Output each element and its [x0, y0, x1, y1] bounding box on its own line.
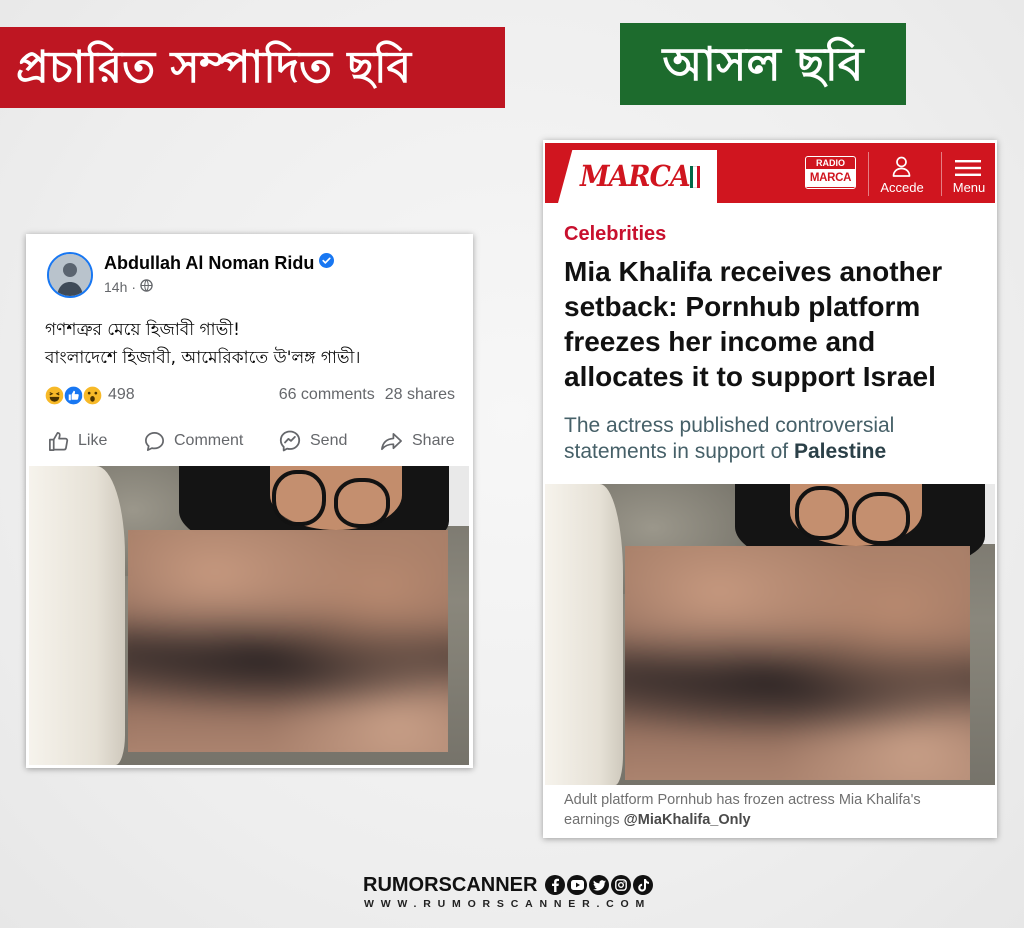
share-icon [379, 430, 404, 453]
post-text: গণশত্রুর মেয়ে হিজাবী গাভী! বাংলাদেশে হি… [45, 316, 361, 372]
original-image-banner: আসল ছবি [620, 23, 906, 105]
like-button[interactable]: Like [47, 427, 107, 455]
photo-sheet [29, 466, 125, 765]
shares-count-link[interactable]: 28 shares [385, 386, 455, 404]
user-icon[interactable] [892, 156, 911, 182]
subtitle-line: statements in support of Palestine [564, 439, 894, 465]
meta-separator: · [131, 279, 137, 295]
footer-url[interactable]: WWW.RUMORSCANNER.COM [364, 898, 651, 910]
reaction-count: 498 [108, 386, 135, 403]
comment-label: Comment [174, 432, 244, 449]
wow-icon [82, 384, 103, 406]
comment-icon [143, 430, 166, 453]
hamburger-icon[interactable] [955, 160, 981, 181]
caption-text: earnings [564, 812, 624, 828]
like-label: Like [78, 432, 108, 449]
thumbs-up-icon [47, 430, 70, 453]
marca-article-card: MARCA RADIO MARCA Accede Menu Celebritie… [543, 140, 997, 838]
tiktok-icon[interactable] [633, 875, 653, 895]
social-icons [545, 875, 653, 895]
person-icon [49, 254, 91, 296]
photo-glasses-lens [334, 478, 390, 528]
facebook-post-card: Abdullah Al Noman Ridu 14h · গণশত্রুর মে… [26, 234, 473, 768]
headline-line: freezes her income and [564, 326, 876, 357]
fact-check-comparison: প্রচারিত সম্পাদিত ছবি আসল ছবি Abdullah A… [0, 0, 1024, 928]
blur-overlay [128, 530, 448, 752]
avatar[interactable] [47, 252, 93, 298]
subtitle-text: statements in support of [564, 440, 794, 463]
photo-glasses-lens [272, 470, 326, 526]
header-divider [941, 152, 942, 196]
verified-badge-icon [319, 253, 335, 273]
site-logo[interactable]: MARCA [558, 150, 717, 203]
author-name[interactable]: Abdullah Al Noman Ridu [104, 253, 314, 274]
article-subtitle: The actress published controversial stat… [564, 413, 894, 465]
edited-image-banner: প্রচারিত সম্পাদিত ছবি [0, 27, 505, 108]
photo-glasses-lens [852, 492, 910, 545]
flag-icon [690, 166, 700, 188]
menu-button[interactable]: Menu [949, 180, 989, 195]
login-link[interactable]: Accede [879, 180, 925, 195]
globe-icon [140, 279, 153, 295]
post-time[interactable]: 14h [104, 279, 127, 295]
headline-line: Mia Khalifa receives another [564, 256, 943, 287]
post-text-line: গণশত্রুর মেয়ে হিজাবী গাভী! [45, 320, 240, 340]
comment-button[interactable]: Comment [143, 427, 243, 455]
caption-handle[interactable]: @MiaKhalifa_Only [624, 812, 751, 828]
article-photo[interactable] [545, 484, 995, 785]
post-text-line: বাংলাদেশে হিজাবী, আমেরিকাতে উ'লঙ্গ গাভী। [45, 348, 361, 368]
radio-badge-bottom: MARCA [806, 169, 855, 187]
radio-marca-badge[interactable]: RADIO MARCA [805, 156, 856, 189]
post-photo[interactable] [29, 466, 469, 765]
headline-line: setback: Pornhub platform [564, 291, 921, 322]
site-header: MARCA RADIO MARCA Accede Menu [545, 143, 995, 203]
radio-badge-top: RADIO [816, 158, 845, 168]
subtitle-line: The actress published controversial [564, 414, 895, 437]
logo-text: MARCA [580, 159, 691, 193]
blur-overlay [625, 546, 970, 780]
article-category[interactable]: Celebrities [564, 223, 666, 246]
like-icon [63, 384, 84, 406]
article-headline: Mia Khalifa receives another setback: Po… [564, 254, 942, 394]
caption-line: Adult platform Pornhub has frozen actres… [564, 792, 921, 808]
send-button[interactable]: Send [278, 427, 347, 455]
haha-icon [44, 384, 65, 406]
post-meta: 14h · [104, 278, 153, 296]
reaction-summary[interactable]: 498 [44, 384, 135, 406]
share-label: Share [412, 432, 455, 449]
send-label: Send [310, 432, 348, 449]
caption-line: earnings @MiaKhalifa_Only [564, 810, 921, 830]
photo-caption: Adult platform Pornhub has frozen actres… [564, 790, 921, 830]
twitter-icon[interactable] [589, 875, 609, 895]
engagement-stats: 66 comments 28 shares [279, 384, 455, 406]
headline-line: allocates it to support Israel [564, 361, 936, 392]
messenger-icon [278, 429, 302, 453]
photo-glasses-lens [795, 486, 849, 540]
subtitle-emphasis: Palestine [793, 440, 887, 463]
facebook-icon[interactable] [545, 875, 565, 895]
comments-count-link[interactable]: 66 comments [279, 386, 375, 404]
post-author-row: Abdullah Al Noman Ridu [104, 251, 335, 275]
header-divider [868, 152, 869, 196]
youtube-icon[interactable] [567, 875, 587, 895]
share-button[interactable]: Share [379, 427, 455, 455]
instagram-icon[interactable] [611, 875, 631, 895]
footer-brand: RUMORSCANNER [363, 874, 538, 896]
photo-sheet [545, 484, 623, 785]
